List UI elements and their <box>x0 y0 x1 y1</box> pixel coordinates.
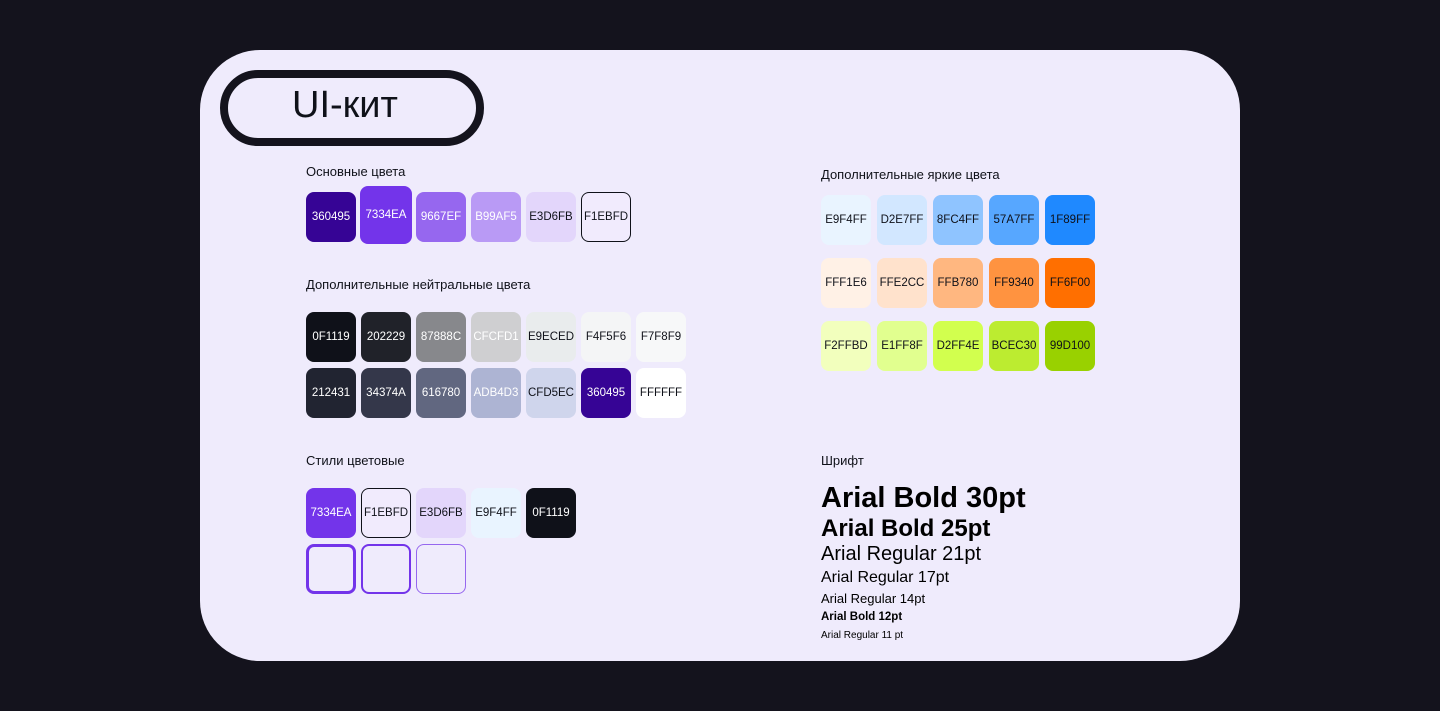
neutral-swatch: FFFFFF <box>636 368 686 418</box>
bright-swatch: 8FC4FF <box>933 195 983 245</box>
neutral-swatch: 360495 <box>581 368 631 418</box>
style-swatch: E3D6FB <box>416 488 466 538</box>
neutral-swatch: 212431 <box>306 368 356 418</box>
swatch-hex-label: FFE2CC <box>879 277 925 289</box>
bright-swatch: E1FF8F <box>877 321 927 371</box>
swatch-hex-label: 9667EF <box>420 211 462 223</box>
swatch-hex-label: D2E7FF <box>880 214 924 226</box>
swatch-hex-label: 7334EA <box>310 507 352 519</box>
primary-swatch: 7334EA <box>360 186 412 244</box>
bright-swatch: FF6F00 <box>1045 258 1095 308</box>
neutral-swatch: 34374A <box>361 368 411 418</box>
swatch-hex-label: 57A7FF <box>993 214 1035 226</box>
neutral-swatch: 202229 <box>361 312 411 362</box>
font-label: Шрифт <box>821 453 864 468</box>
swatch-hex-label: FFFFFF <box>639 387 683 399</box>
font-sample-text: Arial Regular 14pt <box>821 591 926 606</box>
primary-swatch: B99AF5 <box>471 192 521 242</box>
swatch-hex-label: FF9340 <box>994 277 1034 289</box>
swatch-hex-label: B99AF5 <box>475 211 517 223</box>
swatch-hex-label: 34374A <box>366 387 406 399</box>
style-swatch: E9F4FF <box>471 488 521 538</box>
swatch-hex-label: E9F4FF <box>825 214 867 226</box>
swatch-hex-label: F1EBFD <box>363 507 409 519</box>
swatch-hex-label: 1F89FF <box>1049 214 1091 226</box>
bright-swatch: F2FFBD <box>821 321 871 371</box>
outline-style-swatch <box>306 544 356 594</box>
font-sample-text: Arial Regular 21pt <box>821 543 982 565</box>
bright-swatch: E9F4FF <box>821 195 871 245</box>
bright-swatch: BCEC30 <box>989 321 1039 371</box>
style-swatch: 0F1119 <box>526 488 576 538</box>
swatch-hex-label: 0F1119 <box>312 331 350 343</box>
swatch-hex-label: F1EBFD <box>583 211 629 223</box>
bright-swatch: FFF1E6 <box>821 258 871 308</box>
font-sample-text: Arial Bold 25pt <box>821 515 991 542</box>
primary-swatch: 360495 <box>306 192 356 242</box>
swatch-hex-label: 8FC4FF <box>936 214 980 226</box>
swatch-hex-label: 7334EA <box>365 209 407 221</box>
swatch-hex-label: E1FF8F <box>881 340 923 352</box>
neutral-swatch: E9ECED <box>526 312 576 362</box>
bright-swatch: 1F89FF <box>1045 195 1095 245</box>
font-sample-text: Arial Regular 17pt <box>821 569 950 586</box>
style-swatch: F1EBFD <box>361 488 411 538</box>
swatch-hex-label: BCEC30 <box>991 340 1037 352</box>
bright-swatch: D2FF4E <box>933 321 983 371</box>
bright-swatch: 57A7FF <box>989 195 1039 245</box>
page-title: UI-кит <box>292 84 398 126</box>
font-sample-text: Arial Bold 12pt <box>821 611 903 623</box>
bright-swatch: FFE2CC <box>877 258 927 308</box>
neutral-swatch: 87888C <box>416 312 466 362</box>
swatch-hex-label: 99D100 <box>1049 340 1091 352</box>
neutral-swatch: CFD5EC <box>526 368 576 418</box>
swatch-hex-label: E9F4FF <box>475 507 517 519</box>
bright-swatch: FF9340 <box>989 258 1039 308</box>
neutral-swatch: 616780 <box>416 368 466 418</box>
primary-swatch: F1EBFD <box>581 192 631 242</box>
font-sample-text: Arial Bold 30pt <box>821 482 1026 514</box>
font-sample-text: Arial Regular 11 pt <box>821 630 904 641</box>
swatch-hex-label: 360495 <box>586 387 626 399</box>
swatch-hex-label: CFD5EC <box>527 387 574 399</box>
swatch-hex-label: 360495 <box>311 211 351 223</box>
neutral-swatch: F4F5F6 <box>581 312 631 362</box>
swatch-hex-label: 212431 <box>311 387 351 399</box>
swatch-hex-label: FF6F00 <box>1049 277 1091 289</box>
primary-colors-label: Основные цвета <box>306 164 406 179</box>
bright-swatch: 99D100 <box>1045 321 1095 371</box>
neutral-swatch: CFCFD1 <box>471 312 521 362</box>
bright-swatch: FFB780 <box>933 258 983 308</box>
swatch-hex-label: FFB780 <box>937 277 979 289</box>
swatch-hex-label: E3D6FB <box>419 507 463 519</box>
swatch-hex-label: D2FF4E <box>936 340 980 352</box>
outline-style-swatch <box>361 544 411 594</box>
bright-swatch: D2E7FF <box>877 195 927 245</box>
primary-swatch: 9667EF <box>416 192 466 242</box>
swatch-hex-label: CFCFD1 <box>473 331 519 343</box>
neutral-colors-label: Дополнительные нейтральные цвета <box>306 277 531 292</box>
neutral-swatch: 0F1119 <box>306 312 356 362</box>
swatch-hex-label: FFF1E6 <box>825 277 867 289</box>
neutral-swatch: ADB4D3 <box>471 368 521 418</box>
swatch-hex-label: F2FFBD <box>824 340 868 352</box>
swatch-hex-label: 0F1119 <box>532 507 570 519</box>
neutral-swatch: F7F8F9 <box>636 312 686 362</box>
swatch-hex-label: E3D6FB <box>529 211 573 223</box>
swatch-hex-label: E9ECED <box>527 331 575 343</box>
swatch-hex-label: 87888C <box>420 331 462 343</box>
bright-colors-label: Дополнительные яркие цвета <box>821 167 1000 182</box>
ui-kit-title-pill: UI-кит <box>220 70 484 146</box>
primary-swatch: E3D6FB <box>526 192 576 242</box>
swatch-hex-label: 202229 <box>366 331 406 343</box>
swatch-hex-label: F7F8F9 <box>640 331 682 343</box>
swatch-hex-label: ADB4D3 <box>473 387 519 399</box>
swatch-hex-label: 616780 <box>421 387 461 399</box>
color-styles-label: Стили цветовые <box>306 453 405 468</box>
swatch-hex-label: F4F5F6 <box>585 331 627 343</box>
style-swatch: 7334EA <box>306 488 356 538</box>
outline-style-swatch <box>416 544 466 594</box>
